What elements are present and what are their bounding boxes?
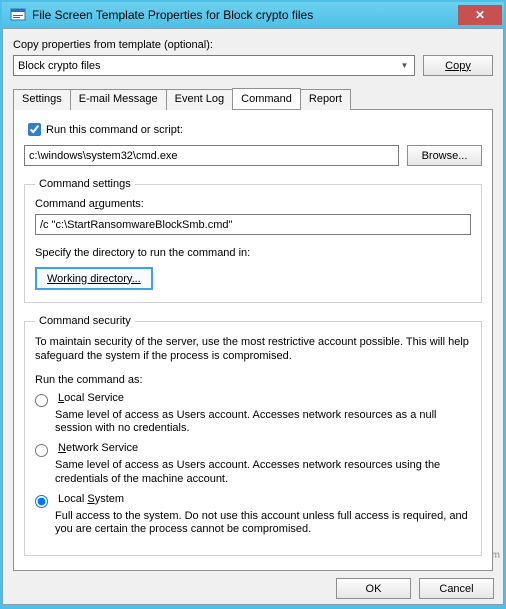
cancel-button[interactable]: Cancel [419, 578, 494, 599]
network-service-label: Network Service [58, 442, 138, 454]
dialog-footer: OK Cancel [336, 578, 494, 599]
tabstrip: Settings E-mail Message Event Log Comman… [13, 88, 493, 109]
run-command-checkbox[interactable] [28, 123, 41, 136]
command-settings-group: Command settings Command arguments: Spec… [24, 178, 482, 303]
local-system-desc: Full access to the system. Do not use th… [55, 510, 471, 538]
radio-local-system[interactable] [35, 495, 48, 508]
command-settings-legend: Command settings [35, 178, 135, 190]
browse-button[interactable]: Browse... [407, 145, 482, 166]
close-button[interactable]: ✕ [458, 5, 502, 25]
close-icon: ✕ [475, 8, 485, 22]
security-note: To maintain security of the server, use … [35, 335, 471, 364]
ok-button[interactable]: OK [336, 578, 411, 599]
chevron-down-icon: ▼ [397, 58, 412, 73]
local-service-label: Local Service [58, 392, 124, 404]
network-service-desc: Same level of access as Users account. A… [55, 459, 471, 487]
copy-template-label: Copy properties from template (optional)… [13, 39, 493, 51]
working-directory-label: Working directory... [47, 273, 141, 285]
tab-email[interactable]: E-mail Message [70, 89, 167, 110]
radio-local-service[interactable] [35, 394, 48, 407]
working-directory-button[interactable]: Working directory... [35, 267, 153, 290]
command-path-input[interactable] [24, 145, 399, 166]
tab-command[interactable]: Command [232, 88, 301, 109]
template-select[interactable]: Block crypto files ▼ [13, 55, 415, 76]
titlebar: File Screen Template Properties for Bloc… [2, 2, 504, 28]
command-arguments-label: Command arguments: [35, 198, 471, 210]
local-service-desc: Same level of access as Users account. A… [55, 409, 471, 437]
run-command-label: Run this command or script: [46, 124, 183, 136]
command-arguments-input[interactable] [35, 214, 471, 235]
run-as-label: Run the command as: [35, 374, 471, 386]
command-security-legend: Command security [35, 315, 135, 327]
tab-eventlog[interactable]: Event Log [166, 89, 234, 110]
tab-report[interactable]: Report [300, 89, 351, 110]
local-system-label: Local System [58, 493, 124, 505]
copy-button[interactable]: Copy [423, 55, 493, 76]
copy-button-label: Copy [445, 60, 471, 72]
tab-settings[interactable]: Settings [13, 89, 71, 110]
tabpanel-command: Run this command or script: Browse... Co… [13, 109, 493, 571]
radio-network-service[interactable] [35, 444, 48, 457]
app-icon [10, 7, 26, 23]
template-selected-value: Block crypto files [18, 60, 101, 72]
specify-directory-label: Specify the directory to run the command… [35, 247, 471, 259]
client-area: Copy properties from template (optional)… [2, 28, 504, 605]
window-title: File Screen Template Properties for Bloc… [32, 8, 458, 22]
command-security-group: Command security To maintain security of… [24, 315, 482, 556]
